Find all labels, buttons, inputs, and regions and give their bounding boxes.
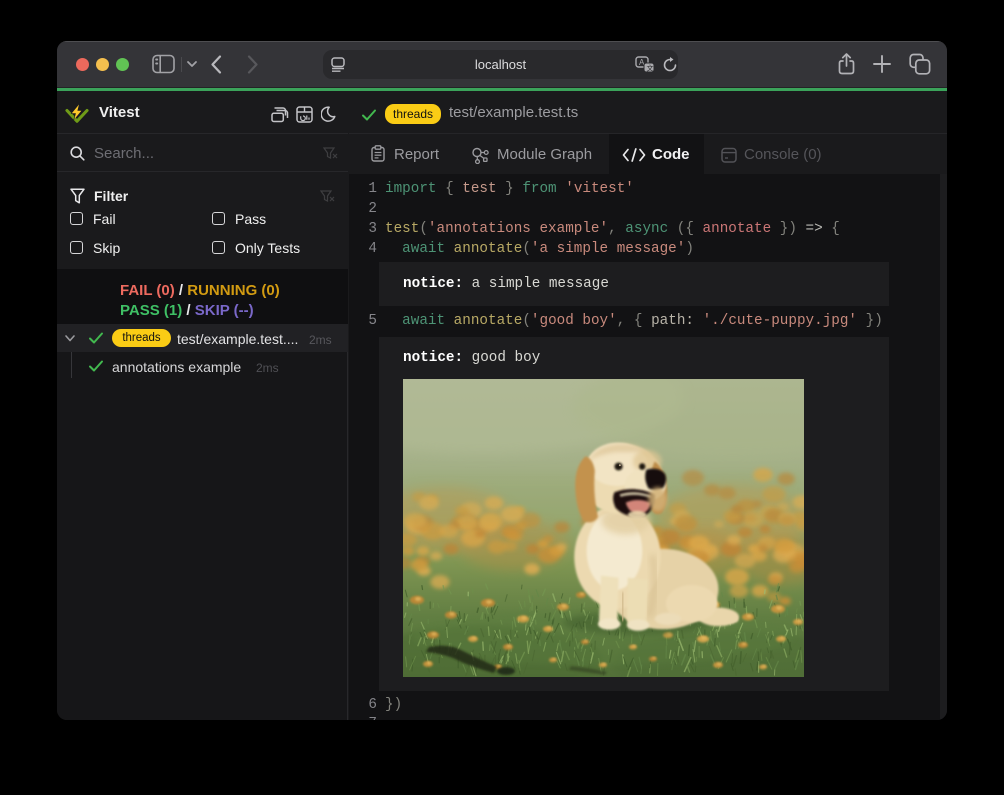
svg-text:文: 文 — [647, 63, 654, 72]
